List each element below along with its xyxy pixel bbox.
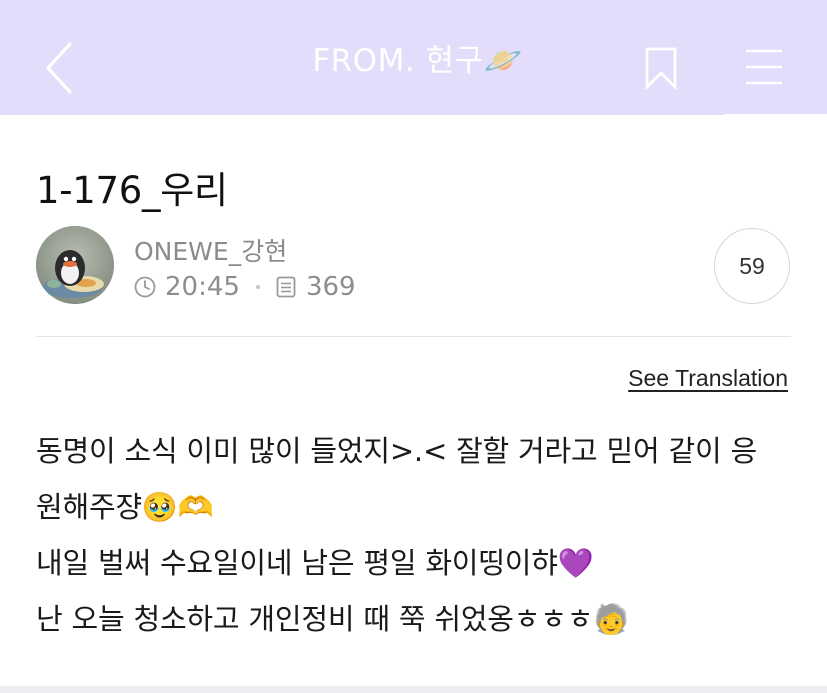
chevron-left-icon[interactable] — [38, 38, 82, 98]
post-body: 동명이 소식 이미 많이 들었지>.< 잘할 거라고 믿어 같이 응 원해주쟝🥹… — [36, 423, 796, 647]
meta-separator — [255, 285, 260, 289]
hamburger-menu-icon[interactable] — [744, 47, 784, 87]
header-title: FROM. 현구🪐 — [312, 42, 523, 79]
bottom-separator — [0, 686, 827, 693]
views-icon — [276, 276, 296, 298]
post-time: 20:45 — [165, 272, 240, 302]
see-translation-link[interactable]: See Translation — [628, 365, 788, 392]
comment-count-button[interactable]: 59 — [714, 228, 790, 304]
header-seam — [0, 112, 724, 115]
clock-icon — [134, 276, 156, 298]
body-line: 원해주쟝🥹🫶 — [36, 490, 214, 524]
view-count: 369 — [305, 272, 356, 302]
bookmark-icon[interactable] — [642, 46, 680, 90]
body-line: 내일 벌써 수요일이네 남은 평일 화이띵이햐💜 — [36, 546, 594, 580]
body-line: 동명이 소식 이미 많이 들었지>.< 잘할 거라고 믿어 같이 응 — [36, 434, 757, 468]
post-meta: 20:45 369 — [134, 270, 356, 304]
penguin-avatar-image — [36, 226, 114, 304]
body-line: 난 오늘 청소하고 개인정비 때 쭉 쉬었옹ㅎㅎㅎ🧓 — [36, 602, 630, 636]
top-bar: FROM. 현구🪐 — [0, 0, 827, 114]
post-title: 1-176_우리 — [36, 169, 228, 212]
divider — [36, 336, 791, 337]
post-detail-screen: FROM. 현구🪐 1-176_우리 ONEWE_강현 20:45 369 59… — [0, 0, 827, 693]
author-name[interactable]: ONEWE_강현 — [134, 232, 287, 268]
avatar[interactable] — [36, 226, 114, 304]
